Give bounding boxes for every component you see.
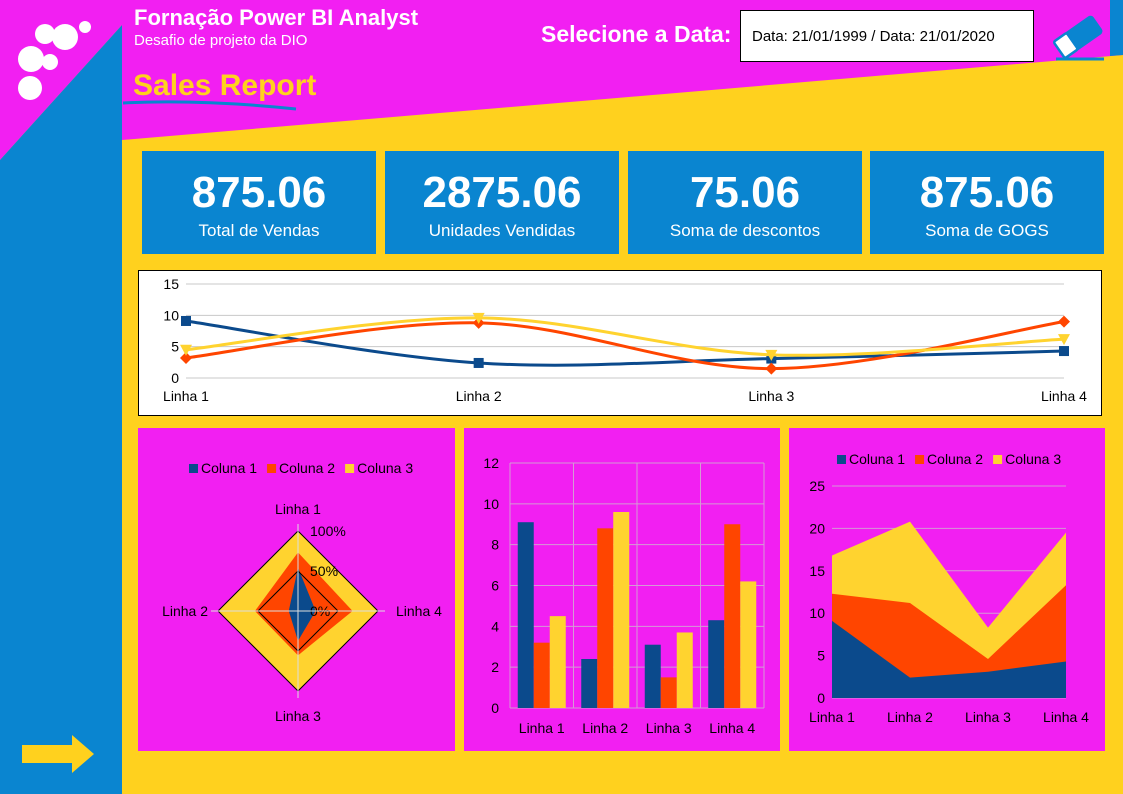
kpi-card-soma-descontos: 75.06 Soma de descontos: [628, 151, 862, 254]
legend-label: Coluna 2: [927, 451, 983, 467]
y-tick-label: 0: [817, 690, 825, 706]
area-chart: Coluna 1 Coluna 2 Coluna 3 0 5 10 15 20 25 Linha …: [809, 451, 1089, 725]
arrow-right-icon[interactable]: [22, 733, 96, 775]
radar-ring-label: 100%: [310, 523, 346, 539]
radar-chart: Coluna 1 Coluna 2 Coluna 30%50%100%Linha 1…: [162, 460, 442, 724]
legend-label: Coluna 3: [357, 460, 413, 476]
y-tick-label: 25: [809, 478, 825, 494]
y-tick-label: 5: [817, 648, 825, 664]
legend-swatch: [189, 464, 198, 473]
y-tick-label: 10: [483, 496, 499, 512]
x-tick-label: Linha 4: [709, 720, 755, 736]
legend-label: Coluna 3: [1005, 451, 1061, 467]
eraser-icon[interactable]: [1052, 12, 1108, 64]
series-line: [185, 320, 1065, 371]
series-line: [185, 319, 1065, 367]
bar: [613, 512, 630, 708]
bar: [597, 528, 614, 708]
kpi-card-soma-gogs: 875.06 Soma de GOGS: [870, 151, 1104, 254]
x-tick-label: Linha 2: [456, 388, 502, 404]
x-tick-label: Linha 1: [163, 388, 209, 404]
dots-logo-icon: [18, 21, 91, 100]
bar: [533, 642, 550, 708]
radar-category-label: Linha 4: [396, 603, 442, 619]
x-tick-label: Linha 4: [1041, 388, 1087, 404]
kpi-value: 875.06: [191, 168, 327, 217]
legend-swatch: [993, 455, 1003, 464]
legend-swatch: [267, 464, 277, 473]
y-tick-label: 20: [809, 520, 825, 536]
kpi-label: Soma de GOGS: [925, 221, 1049, 240]
y-tick-label: 10: [809, 605, 825, 621]
legend-label: Coluna 1: [201, 460, 257, 476]
x-tick-label: Linha 4: [1043, 709, 1089, 725]
kpi-value: 875.06: [919, 168, 1055, 217]
data-point: [181, 315, 191, 326]
x-tick-label: Linha 3: [646, 720, 692, 736]
legend-label: Coluna 1: [849, 451, 905, 467]
bar: [708, 620, 725, 708]
legend-swatch: [915, 455, 925, 464]
legend-label: Coluna 2: [279, 460, 335, 476]
kpi-label: Total de Vendas: [198, 221, 320, 240]
y-tick-label: 15: [809, 563, 825, 579]
kpi-label: Soma de descontos: [669, 221, 821, 240]
y-tick-label: 8: [491, 537, 499, 553]
app-title: Fornação Power BI Analyst: [134, 5, 419, 30]
report-title: Sales Report: [133, 69, 317, 102]
data-point: [1058, 315, 1070, 328]
bar-chart: 0 2 4 6 8 10 12 Linha 1 Linha 2 Linha 3 Linha 4: [483, 455, 765, 736]
data-point: [765, 362, 778, 375]
date-range-value: Data: 21/01/1999 / Data: 21/01/2020: [752, 27, 995, 45]
x-tick-label: Linha 1: [809, 709, 855, 725]
x-tick-label: Linha 2: [582, 720, 628, 736]
kpi-card-total-vendas: 875.06 Total de Vendas: [142, 151, 376, 254]
kpi-label: Unidades Vendidas: [428, 221, 576, 240]
y-tick-label: 5: [171, 339, 179, 355]
x-tick-label: Linha 3: [965, 709, 1011, 725]
legend-swatch: [345, 464, 355, 473]
radar-category-label: Linha 3: [275, 708, 321, 724]
bar: [660, 677, 677, 708]
x-tick-label: Linha 3: [748, 388, 794, 404]
x-tick-label: Linha 2: [887, 709, 933, 725]
data-point: [473, 357, 484, 368]
kpi-value: 75.06: [689, 168, 801, 217]
y-tick-label: 0: [171, 370, 179, 386]
bar: [581, 659, 598, 708]
bar: [740, 581, 757, 708]
y-tick-label: 12: [483, 455, 499, 471]
y-tick-label: 0: [491, 700, 499, 716]
bar-chart-panel: 0 2 4 6 8 10 12 Linha 1 Linha 2 Linha 3 Linha 4: [464, 428, 780, 751]
data-point: [1059, 346, 1069, 357]
y-tick-label: 4: [491, 618, 499, 634]
radar-category-label: Linha 2: [162, 603, 208, 619]
y-tick-label: 15: [163, 276, 179, 292]
date-range-filter[interactable]: Data: 21/01/1999 / Data: 21/01/2020: [740, 10, 1034, 62]
bar: [549, 616, 566, 708]
legend-swatch: [837, 455, 846, 464]
line-chart-panel: 0 5 10 15 Linha 1 Linha 2 Linha 3 Linha 4: [138, 270, 1102, 416]
bar: [644, 644, 661, 708]
kpi-card-unidades-vendidas: 2875.06 Unidades Vendidas: [385, 151, 619, 254]
y-tick-label: 6: [491, 578, 499, 594]
area-chart-panel: Coluna 1 Coluna 2 Coluna 3 0 5 10 15 20 25 Linha …: [789, 428, 1105, 751]
line-chart: 0 5 10 15 Linha 1 Linha 2 Linha 3 Linha 4: [163, 276, 1087, 404]
bar: [724, 524, 741, 708]
bar: [517, 522, 534, 708]
y-tick-label: 2: [491, 659, 499, 675]
y-tick-label: 10: [163, 307, 179, 323]
bar: [676, 632, 693, 708]
kpi-value: 2875.06: [422, 168, 582, 217]
radar-chart-panel: Coluna 1 Coluna 2 Coluna 3 0% 50% 100% Linha 1…: [138, 428, 455, 751]
radar-category-label: Linha 1: [275, 501, 321, 517]
x-tick-label: Linha 1: [519, 720, 565, 736]
radar-ring-label: 50%: [310, 563, 338, 579]
date-label: Selecione a Data:: [541, 21, 732, 47]
app-subtitle: Desafio de projeto da DIO: [134, 32, 308, 49]
